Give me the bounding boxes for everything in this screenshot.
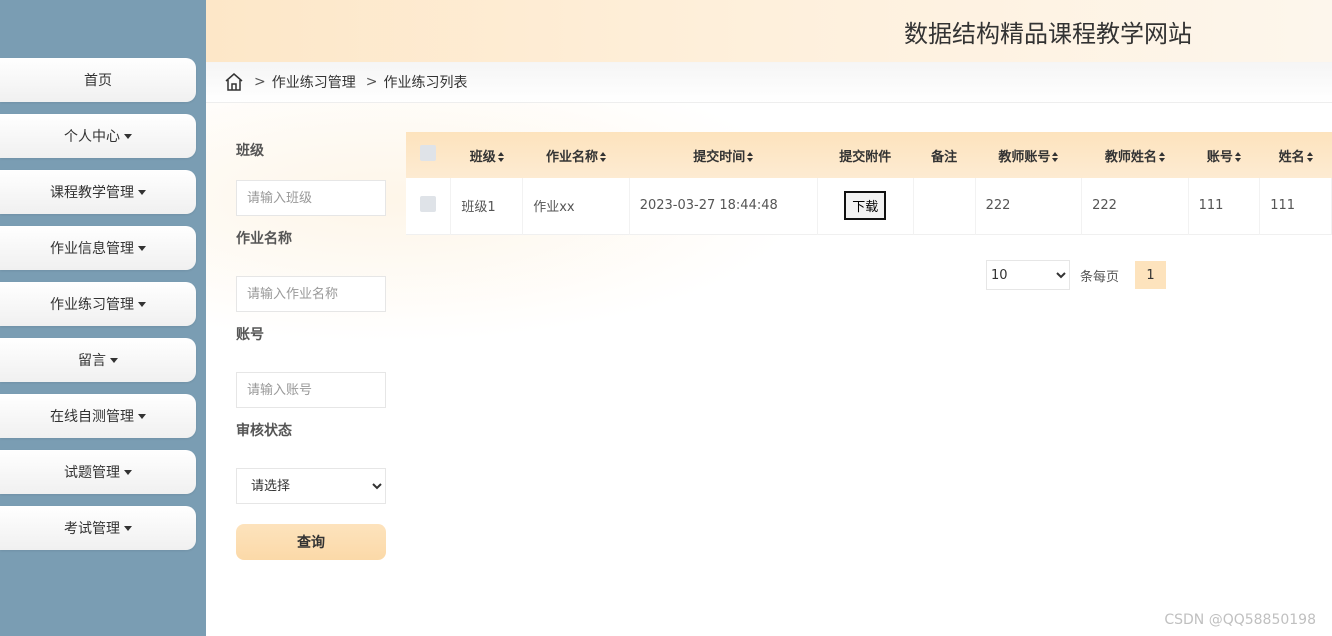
- homework-name-label: 作业名称: [236, 231, 292, 247]
- select-all-checkbox[interactable]: [420, 145, 437, 161]
- breadcrumb-separator: >: [254, 74, 266, 90]
- class-input[interactable]: [236, 180, 386, 216]
- col-teacher-account[interactable]: 教师账号: [975, 132, 1082, 178]
- caret-down-icon: [138, 301, 146, 307]
- sidebar-item-online-test[interactable]: 在线自测管理: [0, 394, 196, 438]
- download-button[interactable]: 下载: [844, 191, 887, 221]
- sidebar-item-messages[interactable]: 留言: [0, 338, 196, 382]
- review-status-label: 审核状态: [236, 423, 292, 439]
- column-header-label: 教师姓名: [1104, 149, 1157, 165]
- cell-account: 111: [1188, 178, 1261, 234]
- homework-name-input[interactable]: [236, 276, 386, 312]
- pagination: 10 条每页 1: [986, 260, 1167, 290]
- sidebar-item-questions[interactable]: 试题管理: [0, 450, 196, 494]
- breadcrumb-separator: >: [365, 74, 378, 90]
- home-icon[interactable]: [224, 72, 244, 92]
- sidebar-item-label: 个人中心: [64, 129, 120, 145]
- col-student-name[interactable]: 姓名: [1260, 132, 1332, 178]
- search-panel: 班级 作业名称 账号 审核状态 请选择 查询: [236, 140, 386, 560]
- sort-icon[interactable]: [599, 152, 606, 162]
- breadcrumb: > 作业练习管理 > 作业练习列表: [206, 62, 1332, 103]
- sidebar: 首页 个人中心 课程教学管理 作业信息管理 作业练习管理 留言 在线自测管理 试…: [0, 0, 206, 636]
- col-teacher-name[interactable]: 教师姓名: [1082, 132, 1189, 178]
- account-input[interactable]: [236, 372, 386, 408]
- caret-down-icon: [110, 357, 118, 363]
- sort-icon[interactable]: [1052, 152, 1059, 162]
- cell-student-name: 111: [1259, 178, 1332, 234]
- caret-down-icon: [124, 469, 132, 475]
- column-header-label: 作业名称: [545, 149, 598, 165]
- cell-attachment: 下载: [817, 178, 914, 234]
- sort-icon[interactable]: [1306, 152, 1313, 162]
- caret-down-icon: [138, 413, 146, 419]
- homework-table: 班级 作业名称 提交时间 提交附件 备注 教师账号 教师姓名 账号 姓名 班级1…: [406, 132, 1332, 235]
- sidebar-item-homework-practice[interactable]: 作业练习管理: [0, 282, 196, 326]
- caret-down-icon: [138, 189, 146, 195]
- sort-icon[interactable]: [1158, 152, 1165, 162]
- sidebar-item-label: 试题管理: [64, 465, 120, 481]
- col-account[interactable]: 账号: [1188, 132, 1260, 178]
- cell-homework-name: 作业xx: [522, 178, 630, 234]
- sidebar-item-label: 首页: [84, 73, 112, 89]
- query-button[interactable]: 查询: [236, 524, 386, 560]
- table-header-row: 班级 作业名称 提交时间 提交附件 备注 教师账号 教师姓名 账号 姓名: [406, 132, 1332, 178]
- cell-remark: [913, 178, 976, 234]
- sort-icon[interactable]: [747, 152, 754, 162]
- account-label: 账号: [236, 327, 264, 343]
- cell-class: 班级1: [450, 178, 524, 234]
- column-header-label: 教师账号: [998, 149, 1051, 165]
- col-homework-name[interactable]: 作业名称: [523, 132, 630, 178]
- class-label: 班级: [236, 143, 264, 159]
- table-row: 班级1 作业xx 2023-03-27 18:44:48 下载 222 222 …: [406, 178, 1332, 234]
- page-size-select[interactable]: 10: [986, 260, 1070, 290]
- sidebar-item-homework-info[interactable]: 作业信息管理: [0, 226, 196, 270]
- review-status-select[interactable]: 请选择: [236, 468, 386, 504]
- sidebar-item-label: 作业信息管理: [50, 241, 134, 257]
- caret-down-icon: [124, 133, 132, 139]
- select-all-header[interactable]: [406, 132, 451, 178]
- watermark: CSDN @QQ58850198: [1164, 612, 1316, 628]
- column-header-label: 提交附件: [839, 149, 892, 165]
- site-title: 数据结构精品课程教学网站: [904, 20, 1192, 48]
- sort-icon[interactable]: [497, 152, 504, 162]
- cell-submit-time: 2023-03-27 18:44:48: [629, 178, 818, 234]
- sort-icon[interactable]: [1234, 152, 1241, 162]
- col-remark: 备注: [913, 132, 975, 178]
- column-header-label: 姓名: [1278, 149, 1305, 165]
- column-header-label: 班级: [469, 149, 496, 165]
- homework-table-wrap: 班级 作业名称 提交时间 提交附件 备注 教师账号 教师姓名 账号 姓名 班级1…: [406, 132, 1332, 235]
- column-header-label: 提交时间: [693, 149, 746, 165]
- cell-teacher-account: 222: [975, 178, 1083, 234]
- caret-down-icon: [138, 245, 146, 251]
- col-submit-time[interactable]: 提交时间: [629, 132, 817, 178]
- sidebar-item-course-teaching[interactable]: 课程教学管理: [0, 170, 196, 214]
- cell-teacher-name: 222: [1081, 178, 1189, 234]
- row-select-cell[interactable]: [406, 178, 452, 234]
- col-class[interactable]: 班级: [451, 132, 523, 178]
- page-number-current[interactable]: 1: [1135, 261, 1167, 289]
- column-header-label: 备注: [931, 149, 958, 165]
- sidebar-item-personal-center[interactable]: 个人中心: [0, 114, 196, 158]
- sidebar-item-label: 课程教学管理: [50, 185, 134, 201]
- column-header-label: 账号: [1206, 149, 1233, 165]
- per-page-label: 条每页: [1080, 269, 1120, 285]
- sidebar-item-label: 留言: [78, 353, 106, 369]
- breadcrumb-item[interactable]: 作业练习管理: [272, 72, 356, 92]
- sidebar-item-label: 作业练习管理: [50, 297, 134, 313]
- sidebar-item-label: 考试管理: [64, 521, 120, 537]
- sidebar-item-home[interactable]: 首页: [0, 58, 196, 102]
- col-attachment: 提交附件: [817, 132, 913, 178]
- breadcrumb-item-current: 作业练习列表: [383, 75, 468, 91]
- header: 数据结构精品课程教学网站: [206, 0, 1332, 62]
- sidebar-item-label: 在线自测管理: [50, 409, 134, 425]
- caret-down-icon: [124, 525, 132, 531]
- sidebar-item-exams[interactable]: 考试管理: [0, 506, 196, 550]
- row-checkbox[interactable]: [420, 195, 437, 212]
